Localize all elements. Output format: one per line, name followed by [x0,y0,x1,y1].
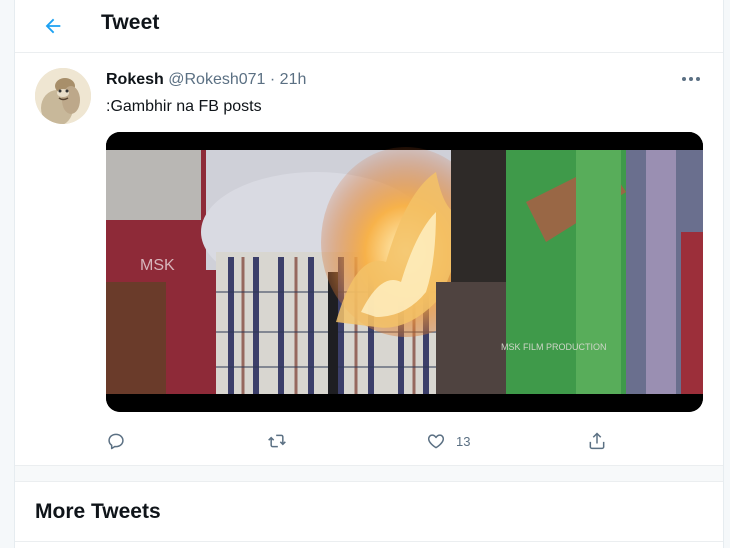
tweet-media-video[interactable]: MSK MSK FILM PRODUCTION [106,132,703,412]
main-column: Tweet Rokesh @Rokesh071 · 21h:Gambhir n… [14,0,724,548]
like-count: 13 [456,433,471,449]
video-watermark-left: MSK [140,257,175,274]
reply-button[interactable] [106,428,126,454]
tweet-timestamp[interactable]: 21h [280,71,307,88]
more-options-button[interactable] [679,69,703,89]
more-horizontal-icon [682,77,700,81]
retweet-icon [268,434,286,448]
share-icon [589,432,605,450]
section-divider [15,465,723,482]
tweet-author-line: Rokesh @Rokesh071 · 21h [106,71,306,89]
retweet-button[interactable] [266,428,288,454]
page-header: Tweet [15,0,723,53]
video-watermark-right: MSK FILM PRODUCTION [501,342,607,352]
share-button[interactable] [587,428,607,454]
author-handle[interactable]: @Rokesh071 [168,71,265,88]
back-button[interactable] [37,10,69,42]
like-button[interactable]: 13 [426,428,470,454]
tweet[interactable]: Rokesh @Rokesh071 · 21h :Gambhir na FB p… [15,53,723,463]
more-tweets-heading: More Tweets [35,500,161,523]
tweet-actions-bar: 13 [106,428,626,454]
heart-icon [427,434,445,449]
divider [15,541,723,542]
tweet-text: :Gambhir na FB posts [106,98,262,115]
separator-dot: · [269,71,276,88]
author-display-name[interactable]: Rokesh [106,71,164,88]
arrow-left-icon [45,18,61,34]
avatar[interactable] [35,68,91,124]
page-title: Tweet [101,11,160,34]
reply-icon [108,433,124,450]
